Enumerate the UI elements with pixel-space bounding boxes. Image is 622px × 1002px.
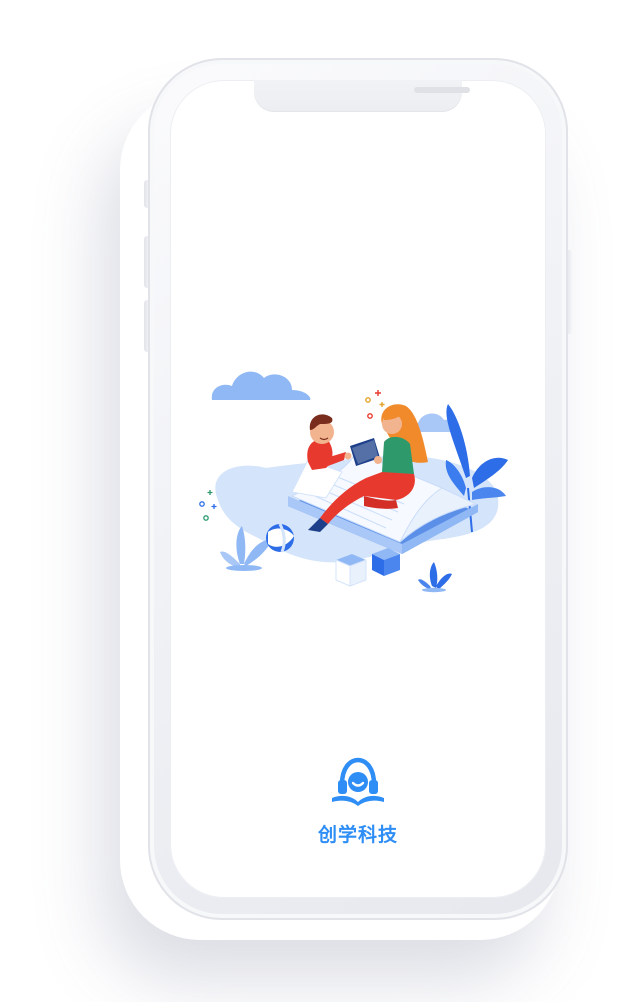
splash-screen: 创学科技 (170, 80, 546, 898)
reading-together-illustration (199, 371, 508, 593)
sparkles-left (199, 490, 217, 521)
notch (254, 80, 470, 112)
ball-icon (266, 523, 294, 553)
phone-frame: 创学科技 (148, 58, 568, 920)
brand-name: 创学科技 (317, 824, 398, 846)
plant-small-icon (418, 562, 452, 593)
sparkles-top (365, 390, 385, 419)
cloud-left-icon (211, 371, 311, 400)
device-mockup: 创学科技 (0, 0, 622, 1002)
headphones-book-logo-icon (332, 757, 384, 806)
earpiece-speaker (414, 87, 470, 93)
